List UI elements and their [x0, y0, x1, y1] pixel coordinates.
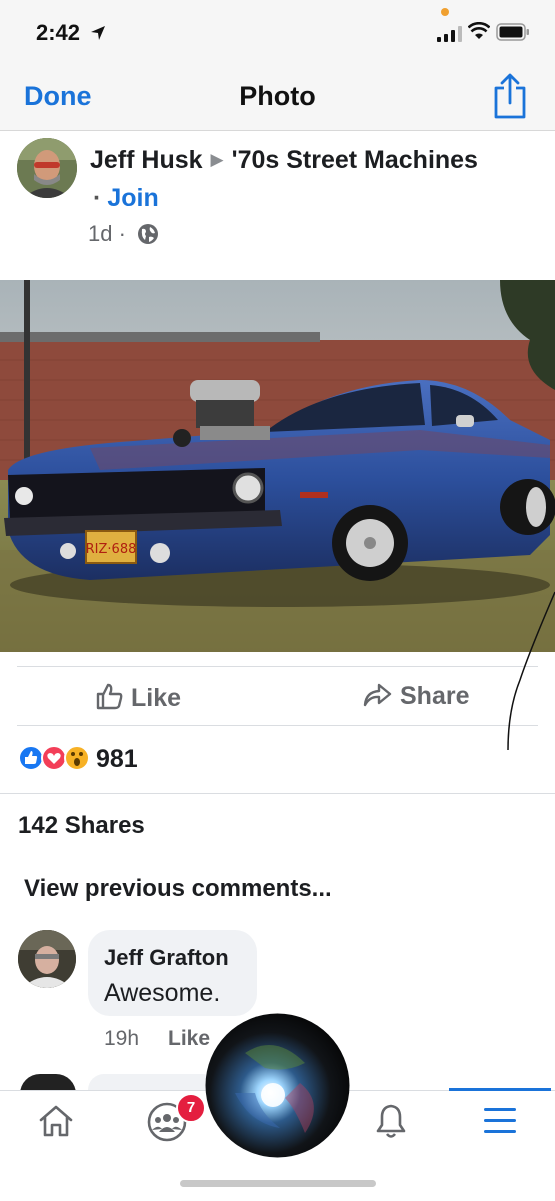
page-title: Photo: [239, 81, 316, 111]
divider: [17, 666, 538, 667]
post-photo[interactable]: RIZ·688: [0, 280, 555, 652]
globe-icon: [138, 224, 158, 244]
divider: [17, 725, 538, 726]
post-age: 1d ·: [88, 221, 126, 246]
reaction-icons[interactable]: [17, 743, 93, 778]
home-indicator[interactable]: [180, 1180, 376, 1187]
post-author-name[interactable]: Jeff Husk: [90, 146, 203, 174]
active-tab-indicator: [449, 1088, 551, 1091]
divider: [0, 793, 555, 794]
groups-notification-badge: 7: [176, 1093, 206, 1123]
wow-reaction-icon: [64, 745, 90, 771]
svg-text:RIZ·688: RIZ·688: [86, 542, 137, 557]
post-group-name[interactable]: '70s Street Machines: [232, 146, 478, 174]
privacy-indicator-dot: [441, 8, 449, 16]
reaction-count[interactable]: 981: [96, 745, 138, 774]
location-arrow-icon: [91, 26, 105, 40]
commenter-name[interactable]: Jeff Grafton: [104, 945, 229, 971]
group-arrow-icon: ▶: [210, 150, 224, 169]
status-time: 2:42: [36, 20, 81, 45]
join-row: · Join: [93, 184, 159, 213]
commenter-avatar[interactable]: [18, 930, 76, 988]
post-author-line: Jeff Husk ▶ '70s Street Machines: [90, 146, 478, 175]
like-button[interactable]: Like: [95, 682, 181, 713]
shares-count[interactable]: 142 Shares: [18, 812, 145, 840]
share-arrow-icon: [363, 683, 392, 707]
love-reaction-icon: [41, 745, 67, 771]
cellular-signal-icon: [437, 26, 462, 42]
pen-annotation-line: [507, 591, 555, 751]
menu-hamburger-icon[interactable]: [482, 1106, 518, 1136]
post-author-avatar[interactable]: [17, 138, 77, 198]
join-group-link[interactable]: Join: [107, 184, 158, 212]
share-export-icon[interactable]: [492, 73, 528, 119]
notifications-bell-icon[interactable]: [374, 1103, 408, 1141]
view-previous-comments-link[interactable]: View previous comments...: [24, 875, 332, 903]
comment-time: 19h: [104, 1027, 140, 1050]
like-label: Like: [131, 684, 182, 712]
like-reaction-icon: [18, 745, 44, 771]
share-button[interactable]: Share: [362, 682, 469, 711]
thumbs-up-icon: [96, 683, 123, 710]
comment-text: Awesome.: [104, 979, 221, 1007]
siri-orb-icon: [205, 1013, 350, 1158]
wifi-icon: [468, 22, 490, 39]
join-separator: ·: [93, 184, 102, 212]
comment-like-button[interactable]: Like: [168, 1027, 210, 1051]
battery-icon: [496, 23, 529, 41]
home-icon[interactable]: [38, 1104, 74, 1138]
share-label: Share: [400, 682, 470, 710]
